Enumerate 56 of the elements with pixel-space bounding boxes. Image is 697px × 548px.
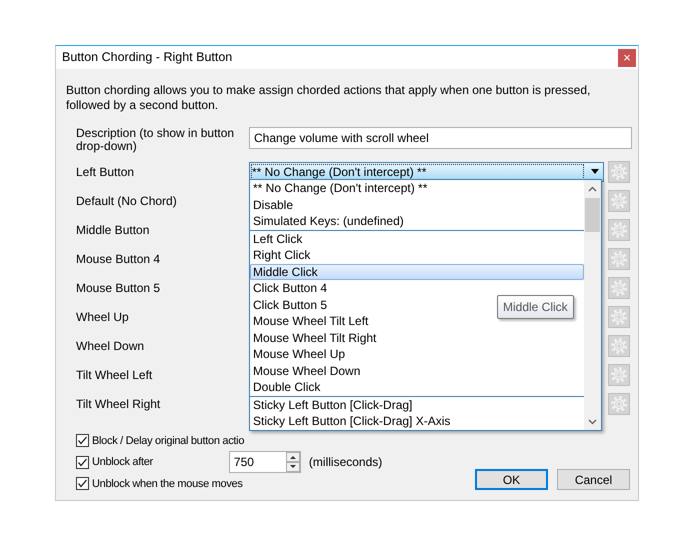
- unit-label: (milliseconds): [308, 454, 382, 472]
- field-label: Left Button: [76, 164, 136, 180]
- checkbox-label[interactable]: Unblock when the mouse moves: [92, 476, 243, 492]
- field-label: Middle Button: [76, 222, 150, 238]
- dropdown-item[interactable]: Right Click: [250, 247, 314, 264]
- scroll-up-icon[interactable]: [588, 186, 597, 192]
- dropdown-item[interactable]: Double Click: [250, 379, 324, 396]
- field-label: Wheel Up: [76, 308, 130, 326]
- settings-icon[interactable]: [608, 218, 630, 240]
- dropdown-item[interactable]: Mouse Wheel Down: [250, 362, 364, 379]
- intro-text: Button chording allows you to make assign chorded actions that apply when one button is pressed, followed by a second button.: [66, 83, 592, 113]
- scrollbar[interactable]: [584, 180, 601, 430]
- settings-icon[interactable]: [608, 334, 630, 356]
- field-label: Default (No Chord): [76, 192, 178, 210]
- field-label: Mouse Button 5: [76, 280, 162, 296]
- dropdown-item[interactable]: ** No Change (Don't intercept) **: [250, 180, 430, 196]
- dropdown-item[interactable]: Click Button 4: [250, 280, 330, 296]
- dropdown-item[interactable]: Disable: [250, 196, 296, 213]
- scroll-thumb[interactable]: [585, 198, 600, 232]
- dropdown-item[interactable]: Mouse Wheel Tilt Right: [250, 330, 380, 346]
- tooltip: Middle Click: [497, 295, 574, 319]
- checkbox[interactable]: [76, 477, 89, 490]
- action-dropdown[interactable]: ** No Change (Don't intercept) **: [249, 162, 604, 182]
- field-label: Tilt Wheel Left: [76, 366, 154, 384]
- settings-icon[interactable]: [608, 392, 630, 414]
- dropdown-item[interactable]: Left Click: [250, 230, 306, 247]
- field-label: Description (to show in button drop-down): [76, 127, 236, 153]
- field-label: Mouse Button 4: [76, 250, 162, 268]
- settings-icon[interactable]: [608, 306, 630, 328]
- scroll-down-icon[interactable]: [588, 418, 597, 424]
- field-label: Tilt Wheel Right: [76, 396, 162, 412]
- dialog-button[interactable]: Cancel: [557, 469, 630, 490]
- description-field[interactable]: Change volume with scroll wheel: [249, 127, 632, 149]
- settings-icon[interactable]: [608, 160, 630, 182]
- dropdown-item[interactable]: Middle Click: [250, 264, 584, 280]
- dropdown-item[interactable]: Mouse Wheel Up: [250, 346, 348, 362]
- dialog-button[interactable]: OK: [475, 469, 548, 490]
- checkbox[interactable]: [76, 434, 89, 448]
- window-title: Button Chording - Right Button: [62, 49, 232, 66]
- field-label: Wheel Down: [76, 338, 146, 354]
- checkbox[interactable]: [76, 456, 89, 469]
- dropdown-item[interactable]: Click Button 5: [250, 296, 330, 313]
- checkbox-label[interactable]: Unblock after: [92, 454, 153, 470]
- settings-icon[interactable]: [608, 248, 630, 270]
- settings-icon[interactable]: [608, 276, 630, 298]
- caret-icon: [591, 169, 599, 174]
- spin-arrows-icon[interactable]: [286, 452, 300, 472]
- close-button[interactable]: ×: [618, 48, 636, 66]
- settings-icon[interactable]: [608, 190, 630, 212]
- dropdown-item[interactable]: Simulated Keys: (undefined): [250, 213, 407, 230]
- dropdown-item[interactable]: Sticky Left Button [Click-Drag] X-Axis: [250, 413, 454, 430]
- dropdown-item[interactable]: Sticky Left Button [Click-Drag]: [250, 396, 416, 413]
- checkbox-label[interactable]: Block / Delay original button actio: [92, 432, 244, 449]
- number-spinner[interactable]: 750: [228, 451, 301, 474]
- settings-icon[interactable]: [608, 364, 630, 386]
- dropdown-item[interactable]: Mouse Wheel Tilt Left: [250, 313, 372, 330]
